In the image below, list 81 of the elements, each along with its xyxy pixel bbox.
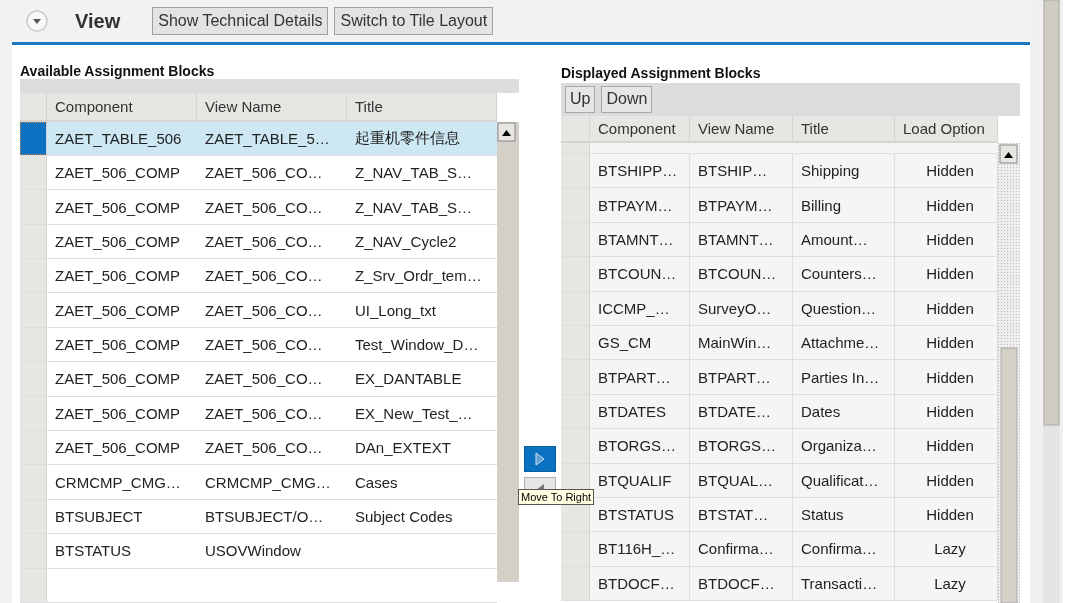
table-cell: Status (793, 497, 895, 532)
table-cell-text: Test_Window_D… (354, 335, 480, 356)
table-cell-text: ZAET_TABLE_5… (204, 128, 331, 149)
table-cell: BTSHIP… (690, 154, 793, 188)
table-cell-text: CRMCMP_CMG… (204, 472, 332, 493)
table-cell: Qualificat… (793, 463, 895, 497)
table-cell-text: BTSTATUS (54, 541, 133, 562)
table-cell: BTDATES (590, 394, 690, 429)
table-cell: Shipping (793, 154, 895, 188)
table-cell: BTPART… (690, 360, 793, 394)
table-cell: Counters… (793, 257, 895, 291)
table-cell-text: ZAET_506_COMP (54, 231, 182, 252)
table-cell: ICCMP_… (590, 291, 690, 325)
table-cell: Parties In… (793, 360, 895, 394)
table-cell-text: Z_NAV_TAB_S… (354, 197, 473, 218)
table-cell: Question… (793, 291, 895, 325)
table-cell: BTPART… (590, 360, 690, 394)
table-cell-text: ZAET_506_COMP (54, 438, 182, 459)
table-cell: BTPAYM… (590, 188, 690, 222)
table-cell-text: UI_Long_txt (354, 300, 437, 321)
table-cell: Organiza… (793, 429, 895, 463)
table-cell-text: Cases (354, 472, 399, 493)
table-cell-text: EX_New_Test_… (354, 403, 474, 424)
table-cell-text: ZAET_506_CO… (204, 438, 324, 459)
table-cell-text: Z_Srv_Ordr_tem… (354, 266, 483, 287)
table-cell: Confirma… (690, 532, 793, 566)
table-cell: BTPAYM… (690, 188, 793, 222)
table-cell: Confirma… (793, 532, 895, 566)
table-cell: BTDATE… (690, 394, 793, 429)
section-title: View (75, 9, 121, 33)
table-cell-text: Z_NAV_Cycle2 (354, 231, 458, 252)
table-cell-text: ZAET_506_CO… (204, 335, 324, 356)
table-cell: BTSHIPP… (590, 154, 690, 188)
table-cell-text: ZAET_506_CO… (204, 163, 324, 184)
table-cell: Transacti… (793, 566, 895, 601)
table-cell-text: ZAET_506_CO… (204, 300, 324, 321)
table-cell: GS_CM (590, 325, 690, 360)
table-cell: BTCOUN… (690, 257, 793, 291)
table-cell-text: ZAET_506_CO… (204, 369, 324, 390)
table-cell: BTCOUN… (590, 257, 690, 291)
table-cell-text: ZAET_TABLE_506 (54, 128, 183, 149)
table-cell-text: Z_NAV_TAB_S… (354, 163, 473, 184)
table-cell: BTORGS… (690, 429, 793, 463)
table-cell-text: ZAET_506_COMP (54, 369, 182, 390)
table-cell: BTAMNT… (690, 222, 793, 257)
table-cell: Amount… (793, 222, 895, 257)
table-cell: BTSTAT… (690, 497, 793, 532)
table-cell: BTQUALIF (590, 463, 690, 497)
table-cell-text: ZAET_506_COMP (54, 335, 182, 356)
table-cell-text: DAn_EXTEXT (354, 438, 452, 459)
table-cell: Dates (793, 394, 895, 429)
table-title: Displayed Assignment Blocks (561, 65, 762, 83)
table-cell: BTDOCF… (590, 566, 690, 601)
table-cell: SurveyO… (690, 291, 793, 325)
table-cell: BTQUAL… (690, 463, 793, 497)
table-cell-text: ZAET_506_COMP (54, 197, 182, 218)
table-cell: BTORGS… (590, 429, 690, 463)
table-cell: MainWin… (690, 325, 793, 360)
table-cell-text: ZAET_506_CO… (204, 231, 324, 252)
table-cell-text: ZAET_506_CO… (204, 403, 324, 424)
table-cell: BTDOCF… (690, 566, 793, 601)
table-cell-text: ZAET_506_COMP (54, 163, 182, 184)
table-cell: BT116H_… (590, 532, 690, 566)
table-cell-text: ZAET_506_CO… (204, 197, 324, 218)
table-cell-text: CRMCMP_CMG… (54, 472, 182, 493)
table-cell-text: ZAET_506_COMP (54, 300, 182, 321)
table-cell-text: 起重机零件信息 (354, 127, 461, 148)
table-cell: Billing (793, 188, 895, 222)
table-cell-text: EX_DANTABLE (354, 369, 463, 390)
table-cell-text: ZAET_506_COMP (54, 403, 182, 424)
table-cell-text: BTSUBJECT/O… (204, 507, 325, 527)
table-cell-text: USOVWindow (204, 541, 302, 562)
table-cell: Attachme… (793, 325, 895, 360)
table-cell-text: BTSUBJECT (54, 507, 144, 527)
table-cell: BTAMNT… (590, 222, 690, 257)
table-cell-text: ZAET_506_CO… (204, 266, 324, 287)
table-cell-text: Subject Codes (354, 507, 454, 527)
table-cell-text: ZAET_506_COMP (54, 266, 182, 287)
table-cell: BTSTATUS (590, 497, 690, 532)
table-title: Available Assignment Blocks (20, 63, 216, 79)
tooltip: Move To Right (518, 489, 595, 505)
